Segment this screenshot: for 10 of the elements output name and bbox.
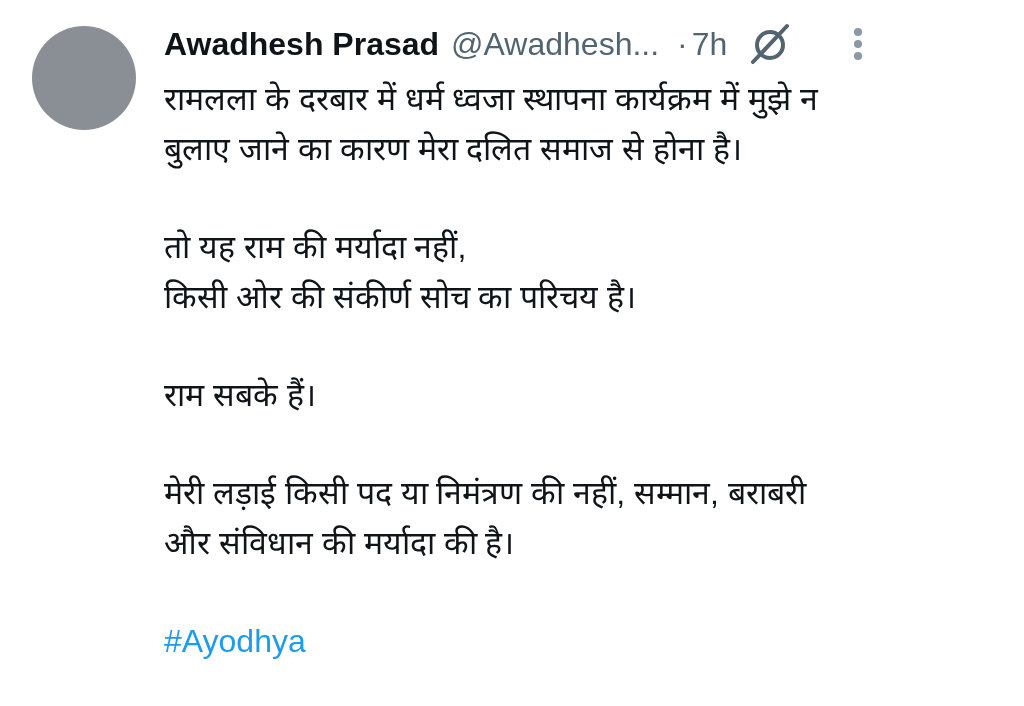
post-paragraph: तो यह राम की मर्यादा नहीं, किसी ओर की संकीर्ण सोच का परिचय है। <box>164 228 638 317</box>
author-name[interactable]: Awadhesh Prasad <box>164 28 440 60</box>
post-paragraph: रामलला के दरबार में धर्म ध्वजा स्थापना कार्यक्रम में मुझे न बुलाए जाने का कारण मेरा दलित समाज से होना है। <box>164 80 820 171</box>
post-paragraph: मेरी लड़ाई किसी पद या निमंत्रण की नहीं, सम्मान, बराबरी और संविधान की मर्यादा की है। <box>164 474 808 563</box>
slashed-circle-icon[interactable] <box>749 23 792 65</box>
separator-dot: · <box>677 28 688 60</box>
more-options-icon[interactable] <box>853 27 864 61</box>
post-paragraph: राम सबके हैं। <box>164 376 317 415</box>
author-handle[interactable]: @Awadhesh... <box>451 28 660 60</box>
post-time[interactable]: 7h <box>691 28 728 60</box>
